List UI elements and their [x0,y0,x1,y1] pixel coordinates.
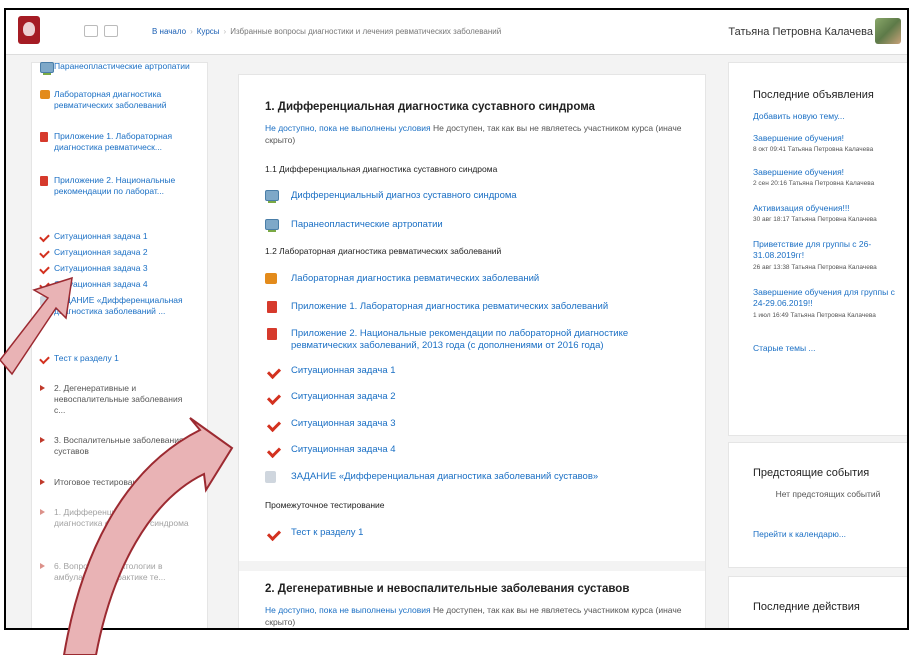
annotation-arrows [0,276,234,655]
annotation-arrow-center [62,417,234,655]
annotation-arrow-left [0,276,73,376]
